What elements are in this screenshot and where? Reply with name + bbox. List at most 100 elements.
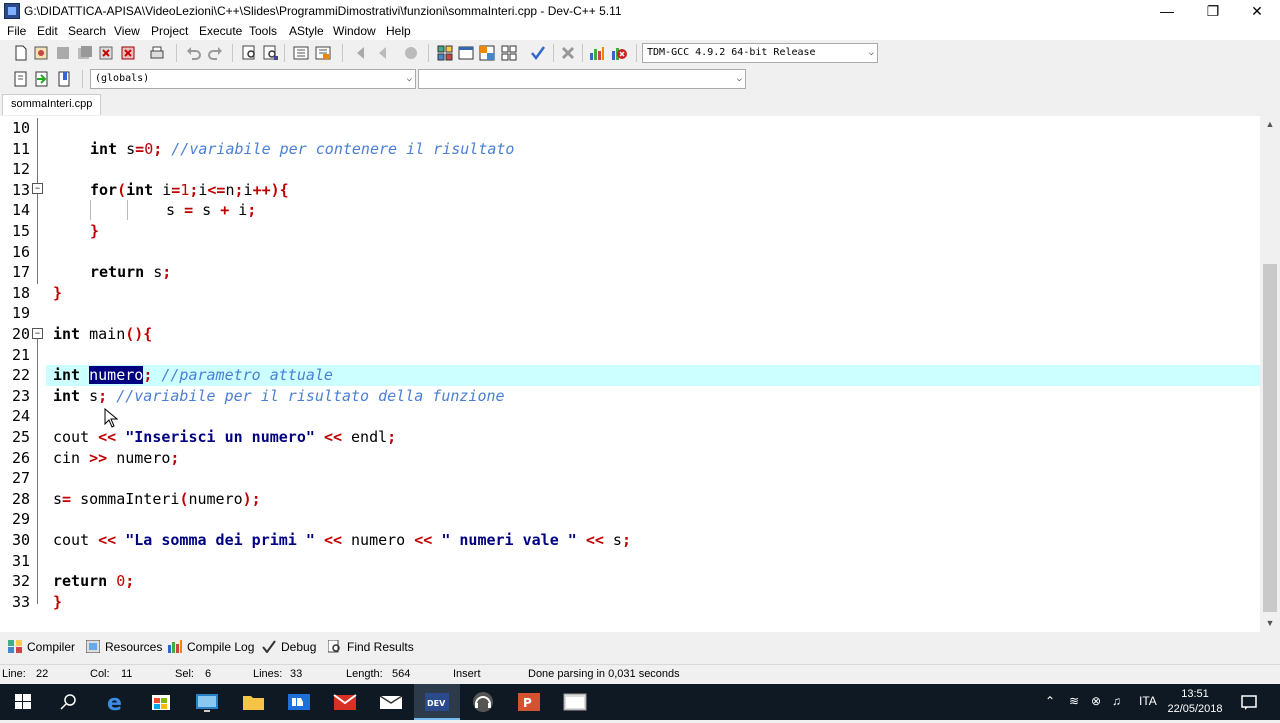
edge-browser-icon[interactable]: e bbox=[92, 684, 138, 720]
search-icon[interactable] bbox=[46, 684, 92, 720]
system-clock[interactable]: 13:51 22/05/2018 bbox=[1160, 687, 1230, 717]
mail-app-icon[interactable] bbox=[276, 684, 322, 720]
status-message: Done parsing in 0,031 seconds bbox=[528, 668, 680, 680]
print-icon[interactable] bbox=[148, 44, 166, 62]
scroll-down-icon[interactable]: ▼ bbox=[1260, 615, 1280, 632]
line-number: 33 bbox=[11, 592, 30, 611]
redo-icon[interactable] bbox=[206, 44, 224, 62]
fold-collapse-icon[interactable]: − bbox=[32, 183, 43, 194]
close-all-icon[interactable] bbox=[119, 44, 137, 62]
tab-find-results[interactable]: Find Results bbox=[327, 639, 414, 654]
indent-icon[interactable] bbox=[292, 44, 310, 62]
line-number: 27 bbox=[11, 469, 30, 488]
status-sel-label: Sel: bbox=[175, 668, 194, 680]
replace-icon[interactable] bbox=[262, 44, 280, 62]
open-project-icon[interactable] bbox=[32, 44, 50, 62]
file-explorer-icon[interactable] bbox=[230, 684, 276, 720]
menu-help[interactable]: Help bbox=[386, 24, 411, 38]
show-hidden-icons-icon[interactable]: ⌃ bbox=[1045, 694, 1055, 708]
goto-back-icon[interactable] bbox=[352, 44, 370, 62]
delete-profile-icon[interactable] bbox=[610, 44, 628, 62]
scroll-up-icon[interactable]: ▲ bbox=[1260, 116, 1280, 133]
menu-view[interactable]: View bbox=[114, 24, 140, 38]
save-all-icon[interactable] bbox=[76, 44, 94, 62]
menu-astyle[interactable]: AStyle bbox=[289, 24, 324, 38]
line-number: 22 bbox=[11, 366, 30, 385]
status-col-label: Col: bbox=[90, 668, 110, 680]
scope-select[interactable]: (globals) ⌵ bbox=[90, 69, 416, 89]
mail-envelope-icon[interactable] bbox=[368, 684, 414, 720]
volume-icon[interactable]: ♫ bbox=[1112, 694, 1121, 708]
menu-execute[interactable]: Execute bbox=[199, 24, 242, 38]
run-icon[interactable] bbox=[457, 44, 475, 62]
menu-bar: File Edit Search View Project Execute To… bbox=[0, 22, 1280, 40]
fold-collapse-icon[interactable]: − bbox=[32, 328, 43, 339]
line-number: 13 bbox=[11, 180, 30, 199]
unindent-icon[interactable] bbox=[314, 44, 332, 62]
code-line-22: int numero; //parametro attuale bbox=[53, 366, 333, 385]
scrollbar-thumb[interactable] bbox=[1263, 264, 1277, 612]
new-file-icon[interactable] bbox=[12, 44, 30, 62]
input-language-indicator[interactable]: ITA bbox=[1139, 694, 1157, 708]
line-number: 18 bbox=[11, 283, 30, 302]
menu-project[interactable]: Project bbox=[151, 24, 188, 38]
member-select[interactable]: ⌵ bbox=[418, 69, 746, 89]
profile-icon[interactable] bbox=[588, 44, 606, 62]
menu-window[interactable]: Window bbox=[333, 24, 376, 38]
code-editor[interactable]: 10 11 12 13 14 15 16 17 18 19 20 21 22 2… bbox=[0, 116, 1280, 632]
line-number: 14 bbox=[11, 201, 30, 220]
tab-sommainteri[interactable]: sommaInteri.cpp bbox=[2, 94, 102, 115]
compile-run-icon[interactable] bbox=[478, 44, 496, 62]
gmail-icon[interactable] bbox=[322, 684, 368, 720]
find-icon[interactable] bbox=[241, 44, 259, 62]
vertical-scrollbar[interactable]: ▲ ▼ bbox=[1260, 116, 1280, 632]
remote-desktop-icon[interactable] bbox=[184, 684, 230, 720]
goto-forward-icon[interactable] bbox=[374, 44, 392, 62]
stop-execution-icon[interactable] bbox=[559, 44, 577, 62]
status-line-label: Line: bbox=[2, 668, 26, 680]
line-number: 31 bbox=[11, 551, 30, 570]
tab-compiler[interactable]: Compiler bbox=[8, 640, 75, 654]
code-line-14: s = s + i; bbox=[166, 201, 257, 220]
start-button[interactable] bbox=[0, 684, 46, 720]
powerpoint-icon[interactable]: P bbox=[506, 684, 552, 720]
find-icon bbox=[327, 639, 342, 653]
close-file-icon[interactable] bbox=[97, 44, 115, 62]
compiler-select[interactable]: TDM-GCC 4.9.2 64-bit Release ⌵ bbox=[642, 43, 878, 63]
toolbar-separator bbox=[342, 44, 343, 62]
bookmark-icon[interactable] bbox=[402, 44, 420, 62]
network-icon[interactable]: ⊗ bbox=[1091, 694, 1101, 708]
tab-debug[interactable]: Debug bbox=[262, 640, 316, 654]
rebuild-all-icon[interactable] bbox=[500, 44, 518, 62]
notification-center-icon[interactable] bbox=[1240, 693, 1258, 711]
insert-icon[interactable] bbox=[12, 70, 30, 88]
window-app-icon[interactable] bbox=[552, 684, 598, 720]
goto-bookmark-icon[interactable] bbox=[55, 70, 73, 88]
headset-app-icon[interactable] bbox=[460, 684, 506, 720]
bottom-panel-tabs: Compiler Resources Compile Log Debug Fin… bbox=[0, 636, 1280, 660]
line-number: 15 bbox=[11, 222, 30, 240]
minimize-button[interactable]: — bbox=[1144, 0, 1190, 22]
close-button[interactable]: ✕ bbox=[1234, 0, 1280, 22]
syntax-check-icon[interactable] bbox=[529, 44, 547, 62]
restore-button[interactable]: ❐ bbox=[1190, 0, 1236, 22]
line-number: 17 bbox=[11, 263, 30, 282]
line-number: 30 bbox=[11, 531, 30, 549]
compile-icon[interactable] bbox=[436, 44, 454, 62]
toggle-bookmark-icon[interactable] bbox=[33, 70, 51, 88]
fold-guide bbox=[37, 328, 38, 604]
menu-search[interactable]: Search bbox=[68, 24, 106, 38]
save-icon[interactable] bbox=[54, 44, 72, 62]
toolbar-separator bbox=[582, 44, 583, 62]
menu-file[interactable]: File bbox=[7, 24, 26, 38]
code-line-28: s= sommaInteri(numero); bbox=[53, 489, 261, 508]
menu-tools[interactable]: Tools bbox=[249, 24, 277, 38]
devcpp-taskbar-icon[interactable]: DEV bbox=[414, 684, 460, 720]
store-icon[interactable] bbox=[138, 684, 184, 720]
tab-resources[interactable]: Resources bbox=[85, 639, 162, 654]
line-number: 19 bbox=[11, 304, 30, 323]
tab-compile-log[interactable]: Compile Log bbox=[168, 640, 254, 654]
wifi-icon[interactable]: ≋ bbox=[1069, 694, 1079, 708]
undo-icon[interactable] bbox=[185, 44, 203, 62]
menu-edit[interactable]: Edit bbox=[37, 24, 58, 38]
